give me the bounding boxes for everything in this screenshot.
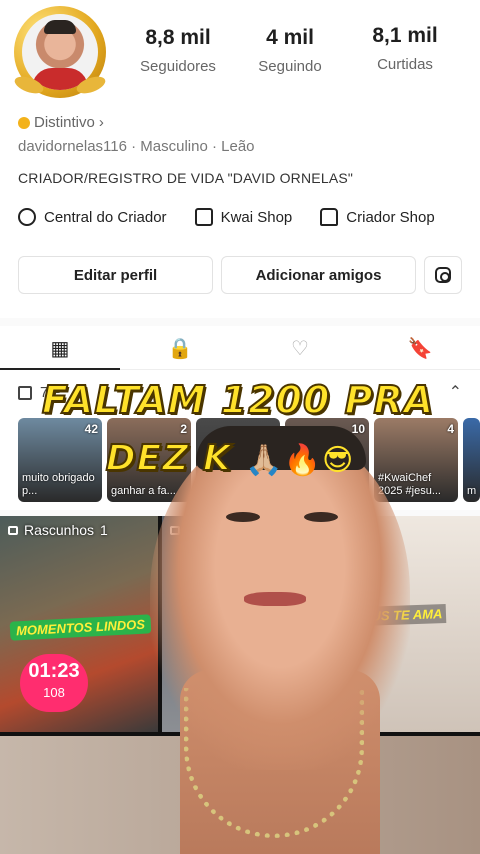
tab-posts[interactable]: ▦ — [45, 334, 75, 362]
following-count: 4 mil — [266, 26, 314, 49]
profile-links: Central do Criador Kwai Shop Criador Sho… — [18, 208, 435, 226]
drafts-label: Rascunhos — [24, 522, 95, 538]
lock-icon: 🔒 — [167, 337, 193, 360]
likes-stat[interactable]: 8,1 mil Curtidas — [355, 24, 455, 73]
collection-item-count: 42 — [84, 422, 98, 436]
instagram-icon — [435, 267, 451, 283]
overlay-text-line2: DEZ K 🙏🏼🔥😎 — [0, 437, 470, 480]
kwai-shop-label: Kwai Shop — [220, 208, 293, 226]
overlay-text-line1: FALTAM 1200 PRA — [41, 377, 435, 423]
followers-count: 8,8 mil — [145, 26, 211, 49]
collection-item-caption: ganhar a fa... — [111, 485, 176, 497]
overlay-text-line2-words: DEZ K — [105, 437, 232, 480]
jesus-cell[interactable]: ...JESUS TE AMA — [324, 516, 480, 732]
momentos-sticker: MOMENTOS LINDOS — [9, 614, 152, 641]
profile-bio: CRIADOR/REGISTRO DE VIDA "DAVID ORNELAS" — [18, 170, 354, 186]
drafts-icon — [8, 525, 18, 535]
collection-item-count: 2 — [180, 422, 187, 436]
store-icon — [320, 208, 339, 226]
tab-saved[interactable]: 🔖 — [405, 334, 435, 362]
video-grid: Rascunhos 1 MOMENTOS LINDOS 01:23 108 Me… — [0, 516, 480, 854]
creator-shop-link[interactable]: Criador Shop — [320, 208, 435, 226]
instagram-button[interactable] — [424, 256, 462, 294]
timer-coins: 108 — [43, 685, 65, 700]
badge-link[interactable]: Distintivo › — [18, 114, 104, 131]
lightning-icon — [18, 208, 36, 226]
grid-icon: ▦ — [50, 337, 70, 360]
heart-icon: ♡ — [291, 337, 309, 360]
badge-label: Distintivo — [34, 114, 95, 131]
edit-profile-button[interactable]: Editar perfil — [18, 256, 213, 294]
following-stat[interactable]: 4 mil Seguindo — [240, 26, 340, 75]
tab-liked[interactable]: ♡ — [285, 334, 315, 362]
drafts-label-row: Rascunhos 1 — [8, 522, 108, 538]
add-friends-button[interactable]: Adicionar amigos — [221, 256, 416, 294]
tab-private[interactable]: 🔒 — [165, 334, 195, 362]
timer-badge: 01:23 108 — [20, 654, 88, 712]
following-label: Seguindo — [258, 58, 322, 75]
drafts-cell[interactable]: Rascunhos 1 MOMENTOS LINDOS 01:23 108 — [0, 516, 158, 732]
followers-stat[interactable]: 8,8 mil Seguidores — [128, 26, 228, 75]
jesus-sticker: ...JESUS TE AMA — [331, 604, 447, 627]
profile-meta: davidornelas116 · Masculino · Leão — [18, 138, 255, 155]
lock-icon — [170, 525, 180, 535]
bookmark-icon: 🔖 — [407, 337, 433, 360]
grid-row-two — [0, 736, 480, 854]
creator-shop-label: Criador Shop — [346, 208, 435, 226]
private-label-row: Me — [170, 522, 205, 538]
overlay-emojis: 🙏🏼🔥😎 — [245, 443, 355, 478]
private-cell[interactable]: Me — [162, 516, 320, 732]
creator-center-label: Central do Criador — [44, 208, 167, 226]
drafts-count: 1 — [100, 522, 108, 538]
badge-icon — [18, 116, 30, 129]
followers-label: Seguidores — [140, 58, 216, 75]
collection-item-caption: m — [467, 485, 477, 497]
timer-time: 01:23 — [28, 660, 80, 682]
bag-icon — [194, 208, 213, 226]
creator-center-link[interactable]: Central do Criador — [18, 208, 167, 226]
likes-count: 8,1 mil — [372, 24, 438, 47]
chevron-right-icon: › — [98, 114, 104, 131]
likes-label: Curtidas — [377, 56, 433, 73]
collection-item-count: 10 — [351, 422, 365, 436]
avatar-hair — [44, 20, 76, 34]
collection-item-count: 4 — [447, 422, 454, 436]
profile-tabs: ▦ 🔒 ♡ 🔖 — [0, 326, 480, 370]
kwai-shop-link[interactable]: Kwai Shop — [194, 208, 293, 226]
private-label: Me — [186, 522, 206, 538]
profile-header: 8,8 mil Seguidores 4 mil Seguindo 8,1 mi… — [0, 0, 480, 318]
